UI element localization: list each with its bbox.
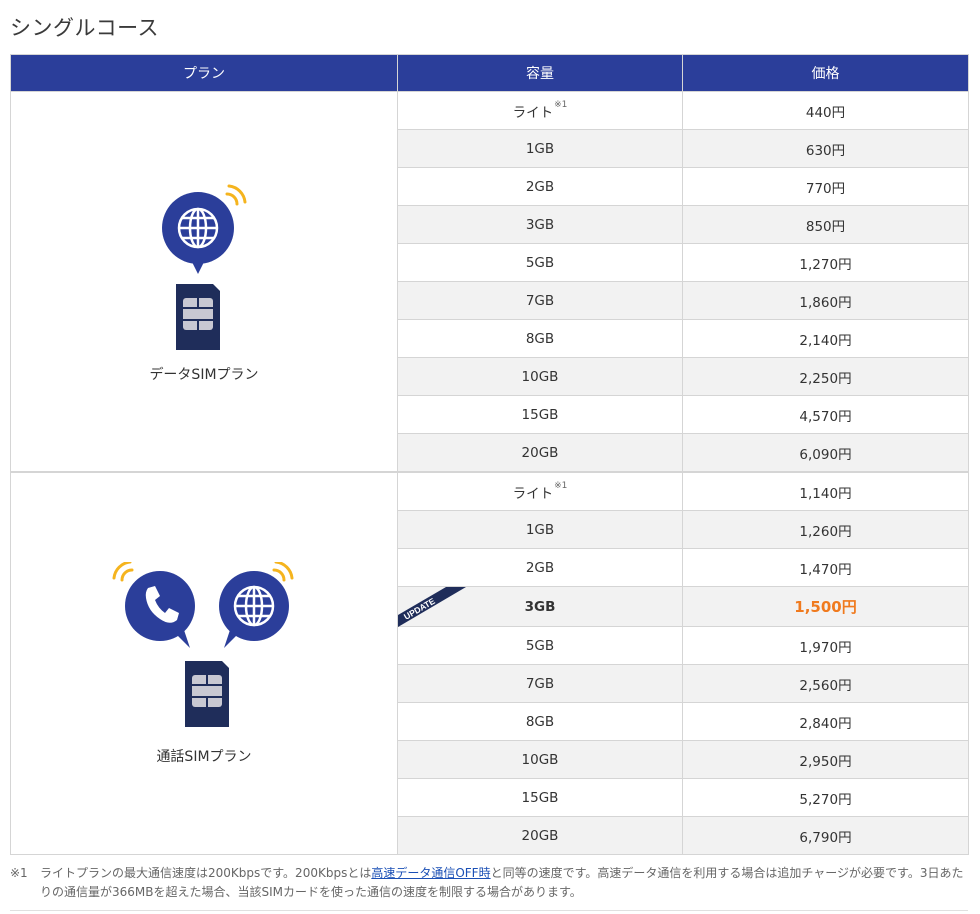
capacity-cell: 2GB (397, 167, 683, 206)
voice-plan-cell: 通話SIMプラン (10, 471, 398, 855)
data-plan-label: データSIMプラン (149, 366, 259, 383)
footnote-ref: ※1 (554, 480, 568, 491)
footnote: ※1 ライトプランの最大通信速度は200Kbpsです。200Kbpsとは高速デー… (10, 864, 970, 902)
voice-plan-graphic (112, 561, 294, 727)
pricing-table-container: プラン 容量 価格 データSIMプラン ライト※1 440円 1GB 630円 … (10, 54, 969, 855)
price-cell: 4,570円 (682, 395, 969, 434)
price-cell: 770円 (682, 167, 969, 206)
price-cell: 850円 (682, 205, 969, 244)
footnote-ref: ※1 (554, 99, 568, 110)
capacity-cell: 5GB (397, 243, 683, 282)
sim-card-icon (185, 660, 229, 727)
header-capacity: 容量 (397, 54, 683, 92)
voice-plan-label: 通話SIMプラン (156, 748, 252, 765)
capacity-cell: 10GB (397, 357, 683, 396)
globe-bubble-icon (162, 191, 234, 274)
capacity-cell: 20GB (397, 433, 683, 473)
price-cell: 6,790円 (682, 816, 969, 855)
price-cell: 5,270円 (682, 778, 969, 817)
footnote-mark: ※1 (10, 866, 28, 880)
capacity-cell: UPDATE 3GB (397, 586, 683, 627)
capacity-cell: 1GB (397, 510, 683, 549)
table-header-row: プラン 容量 価格 (10, 54, 969, 92)
price-cell: 1,500円 (682, 586, 969, 627)
capacity-cell: 15GB (397, 395, 683, 434)
capacity-cell: 3GB (397, 205, 683, 244)
globe-bubble-icon (219, 570, 289, 648)
pricing-table: プラン 容量 価格 データSIMプラン ライト※1 440円 1GB 630円 … (10, 54, 969, 855)
price-cell: 1,260円 (682, 510, 969, 549)
price-cell: 1,970円 (682, 626, 969, 665)
data-plan-group: データSIMプラン ライト※1 440円 1GB 630円 2GB 770円 3… (10, 91, 969, 473)
price-cell: 630円 (682, 129, 969, 168)
high-speed-off-link[interactable]: 高速データ通信OFF時 (371, 866, 490, 880)
price-cell: 440円 (682, 91, 969, 130)
update-badge-text: UPDATE (402, 596, 437, 622)
data-plan-illustration: データSIMプラン (11, 180, 397, 384)
sim-card-icon (176, 283, 220, 350)
capacity-cell: 15GB (397, 778, 683, 817)
price-cell: 1,470円 (682, 548, 969, 587)
capacity-cell: 7GB (397, 664, 683, 703)
divider (10, 910, 968, 911)
capacity-cell: 7GB (397, 281, 683, 320)
footnote-text: ライトプランの最大通信速度は200Kbpsです。200Kbpsとは高速データ通信… (40, 866, 964, 899)
capacity-cell: 8GB (397, 702, 683, 741)
page-title: シングルコース (10, 16, 160, 40)
signal-waves-icon (225, 184, 247, 205)
voice-plan-illustration: 通話SIMプラン (11, 561, 397, 766)
capacity-cell: ライト※1 (397, 471, 683, 511)
price-cell: 1,860円 (682, 281, 969, 320)
capacity-cell: 1GB (397, 129, 683, 168)
capacity-cell: 5GB (397, 626, 683, 665)
price-cell: 2,250円 (682, 357, 969, 396)
price-cell: 6,090円 (682, 433, 969, 473)
price-cell: 2,950円 (682, 740, 969, 779)
table-row: データSIMプラン ライト※1 440円 (10, 91, 969, 473)
capacity-cell: 2GB (397, 548, 683, 587)
price-cell: 1,140円 (682, 471, 969, 511)
update-badge: UPDATE (398, 587, 468, 627)
header-price: 価格 (682, 54, 969, 92)
header-plan: プラン (10, 54, 398, 92)
data-plan-graphic (162, 184, 247, 350)
price-cell: 2,840円 (682, 702, 969, 741)
capacity-cell: 20GB (397, 816, 683, 855)
capacity-cell: ライト※1 (397, 91, 683, 130)
phone-bubble-icon (125, 570, 195, 648)
capacity-cell: 10GB (397, 740, 683, 779)
price-cell: 2,140円 (682, 319, 969, 358)
data-plan-cell: データSIMプラン (10, 91, 398, 473)
price-cell: 2,560円 (682, 664, 969, 703)
voice-plan-group: 通話SIMプラン ライト※1 1,140円 1GB 1,260円 2GB 1,4… (10, 471, 969, 855)
table-row: 通話SIMプラン ライト※1 1,140円 (10, 471, 969, 855)
price-cell: 1,270円 (682, 243, 969, 282)
capacity-cell: 8GB (397, 319, 683, 358)
